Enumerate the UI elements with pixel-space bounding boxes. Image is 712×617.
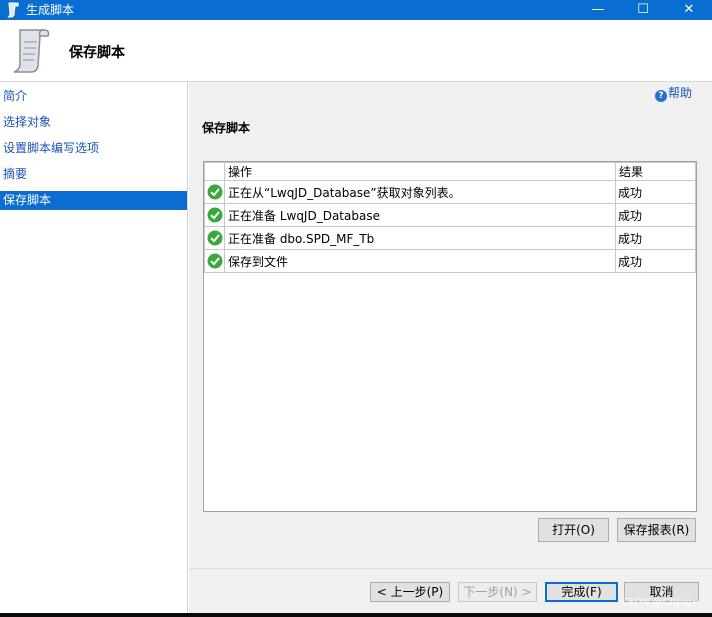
title-bar: 生成脚本 — ☐ ✕ bbox=[0, 0, 712, 20]
help-label: 帮助 bbox=[668, 86, 693, 100]
section-title: 保存脚本 bbox=[202, 121, 251, 135]
save-report-button[interactable]: 保存报表(R) bbox=[617, 518, 696, 542]
success-check-icon bbox=[207, 207, 222, 223]
success-check-icon bbox=[207, 230, 222, 246]
row-action: 保存到文件 bbox=[224, 249, 616, 273]
results-grid: 操作 结果 正在从“LwqJD_Database”获取对象列表。 成功 正在准备… bbox=[203, 161, 697, 512]
row-action: 正在从“LwqJD_Database”获取对象列表。 bbox=[224, 180, 616, 204]
sidebar-item-choose-objects[interactable]: 选择对象 bbox=[0, 113, 187, 132]
next-button[interactable]: 下一步(N) > bbox=[458, 582, 537, 602]
maximize-button[interactable]: ☐ bbox=[620, 0, 666, 20]
footer-divider bbox=[189, 568, 712, 569]
table-header-row: 操作 结果 bbox=[204, 162, 696, 181]
header-icon-cell bbox=[204, 162, 225, 181]
column-header-result[interactable]: 结果 bbox=[615, 162, 696, 181]
open-button[interactable]: 打开(O) bbox=[538, 518, 609, 542]
close-button[interactable]: ✕ bbox=[666, 0, 712, 20]
row-action: 正在准备 dbo.SPD_MF_Tb bbox=[224, 226, 616, 250]
table-row[interactable]: 正在从“LwqJD_Database”获取对象列表。 成功 bbox=[204, 180, 696, 204]
wizard-sidebar: 简介 选择对象 设置脚本编写选项 摘要 保存脚本 bbox=[0, 82, 188, 613]
script-scroll-icon bbox=[13, 29, 50, 73]
app-script-icon bbox=[7, 2, 19, 18]
watermark: CSDN @Ching~ bbox=[621, 597, 700, 608]
table-row[interactable]: 保存到文件 成功 bbox=[204, 249, 696, 273]
column-header-action[interactable]: 操作 bbox=[224, 162, 616, 181]
window-title: 生成脚本 bbox=[26, 3, 75, 17]
success-check-icon bbox=[207, 253, 222, 269]
success-check-icon bbox=[207, 184, 222, 200]
sidebar-item-save-scripts[interactable]: 保存脚本 bbox=[0, 191, 187, 210]
finish-button[interactable]: 完成(F) bbox=[545, 582, 618, 602]
table-row[interactable]: 正在准备 LwqJD_Database 成功 bbox=[204, 203, 696, 227]
main-panel: ? 帮助 保存脚本 操作 结果 正在从“LwqJD_Database”获取对象列表… bbox=[189, 82, 712, 613]
minimize-button[interactable]: — bbox=[575, 0, 621, 20]
previous-button[interactable]: < 上一步(P) bbox=[370, 582, 450, 602]
row-result: 成功 bbox=[615, 226, 696, 250]
taskbar-strip bbox=[0, 613, 712, 617]
sidebar-item-scripting-options[interactable]: 设置脚本编写选项 bbox=[0, 139, 187, 158]
wizard-header: 保存脚本 bbox=[0, 20, 712, 82]
sidebar-item-intro[interactable]: 简介 bbox=[0, 87, 187, 106]
help-link[interactable]: ? 帮助 bbox=[655, 85, 692, 102]
row-result: 成功 bbox=[615, 180, 696, 204]
row-action: 正在准备 LwqJD_Database bbox=[224, 203, 616, 227]
row-result: 成功 bbox=[615, 203, 696, 227]
results-table: 操作 结果 正在从“LwqJD_Database”获取对象列表。 成功 正在准备… bbox=[204, 162, 696, 273]
row-result: 成功 bbox=[615, 249, 696, 273]
sidebar-item-summary[interactable]: 摘要 bbox=[0, 165, 187, 184]
page-title: 保存脚本 bbox=[69, 45, 125, 61]
table-row[interactable]: 正在准备 dbo.SPD_MF_Tb 成功 bbox=[204, 226, 696, 250]
help-icon: ? bbox=[655, 90, 667, 102]
